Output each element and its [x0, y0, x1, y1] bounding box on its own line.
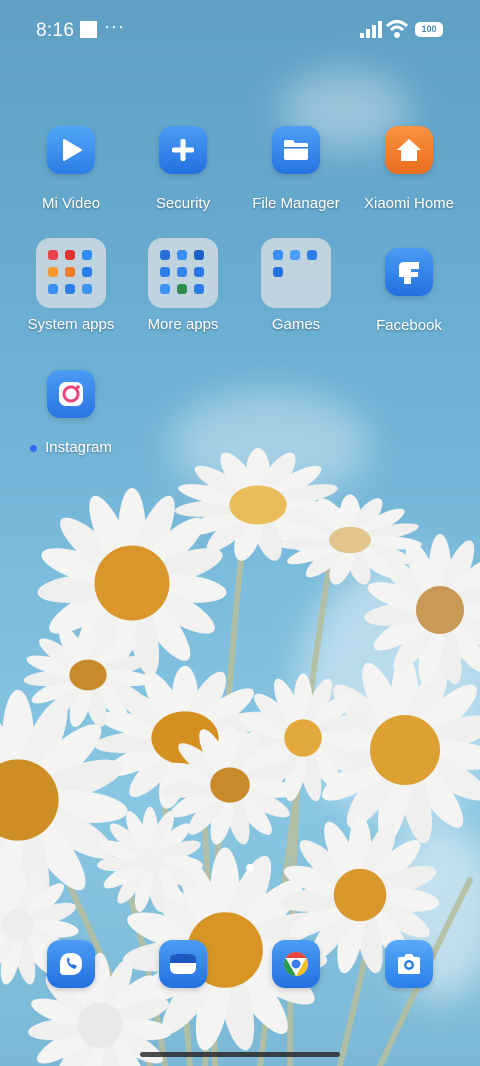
- dock-chrome[interactable]: [272, 940, 320, 988]
- folder-games[interactable]: Games: [241, 238, 351, 333]
- home-icon: [385, 126, 433, 174]
- app-facebook[interactable]: Facebook: [354, 248, 464, 334]
- app-label: Mi Video: [41, 195, 101, 212]
- app-security[interactable]: Security: [128, 126, 238, 212]
- chrome-icon: [283, 952, 309, 976]
- more-notifications-icon: ···: [104, 16, 125, 36]
- app-label: Security: [155, 195, 211, 212]
- app-mi-video[interactable]: Mi Video: [16, 126, 126, 212]
- messages-icon: [170, 954, 196, 974]
- folder-icon: [261, 238, 331, 308]
- app-label: Instagram: [16, 439, 126, 456]
- dock-phone[interactable]: [47, 940, 95, 988]
- camera-icon: [398, 954, 420, 974]
- battery-icon: 100: [415, 22, 443, 37]
- app-label: Facebook: [376, 317, 442, 334]
- signal-icon: [360, 21, 382, 38]
- gesture-navigation-handle[interactable]: [140, 1052, 340, 1057]
- app-instagram[interactable]: Instagram: [16, 370, 126, 456]
- plus-icon: [159, 126, 207, 174]
- folder-system-apps[interactable]: System apps: [16, 238, 126, 333]
- facebook-icon: [385, 248, 433, 296]
- app-xiaomi-home[interactable]: Xiaomi Home: [354, 126, 464, 212]
- folder-icon: [36, 238, 106, 308]
- wifi-icon: [386, 20, 408, 38]
- folder-icon: [272, 126, 320, 174]
- page-indicator: [246, 864, 254, 872]
- app-label: Xiaomi Home: [363, 195, 455, 212]
- play-icon: [47, 126, 95, 174]
- status-bar: 8:16 ··· 100: [0, 0, 480, 60]
- notification-icon: [80, 21, 97, 38]
- app-file-manager[interactable]: File Manager: [241, 126, 351, 212]
- folder-label: Games: [271, 316, 321, 333]
- app-label: File Manager: [252, 195, 340, 212]
- folder-icon: [148, 238, 218, 308]
- phone-icon: [60, 953, 82, 975]
- app-label-text: Instagram: [45, 439, 112, 456]
- clock: 8:16: [36, 20, 75, 41]
- folder-label: System apps: [27, 316, 115, 333]
- folder-label: More apps: [147, 316, 219, 333]
- dock-messages[interactable]: [159, 940, 207, 988]
- dock-camera[interactable]: [385, 940, 433, 988]
- folder-more-apps[interactable]: More apps: [128, 238, 238, 333]
- new-install-badge: [30, 444, 38, 452]
- instagram-icon: [47, 370, 95, 418]
